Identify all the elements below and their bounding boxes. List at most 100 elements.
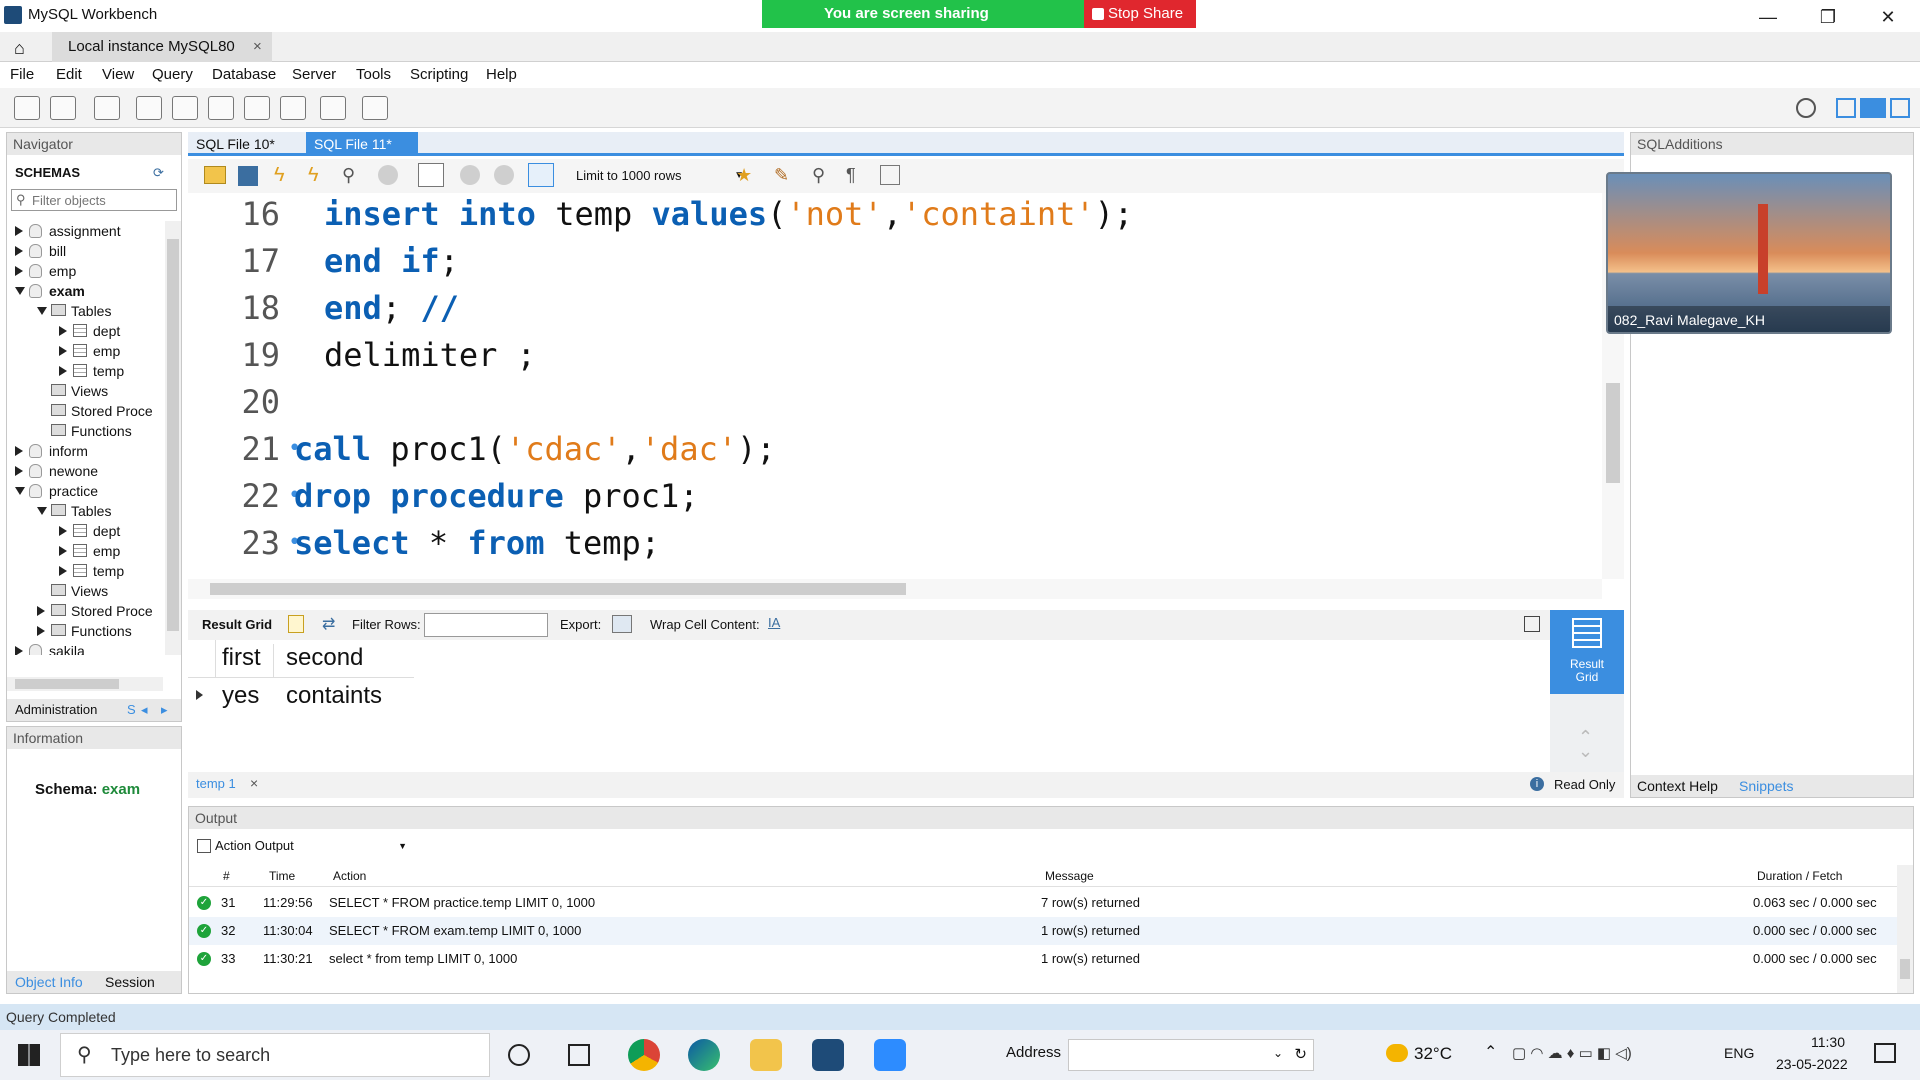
edge-icon[interactable] xyxy=(688,1039,720,1071)
code-horizontal-scrollbar[interactable] xyxy=(188,579,1602,599)
close-result-tab-icon[interactable]: × xyxy=(250,775,258,791)
connection-tab[interactable]: Local instance MySQL80 × xyxy=(52,32,272,62)
close-window-button[interactable]: ✕ xyxy=(1868,4,1908,30)
save-icon[interactable] xyxy=(238,166,258,186)
column-header-first[interactable]: first xyxy=(216,644,274,678)
output-vertical-scrollbar[interactable] xyxy=(1897,865,1913,993)
open-sql-script-icon[interactable] xyxy=(50,96,76,120)
stop-share-button[interactable]: Stop Share xyxy=(1084,0,1196,28)
tree-horizontal-scrollbar[interactable] xyxy=(7,677,163,691)
menu-help[interactable]: Help xyxy=(486,66,517,83)
menu-edit[interactable]: Edit xyxy=(56,66,82,83)
tray-icons[interactable]: ▢ ◠ ☁ ♦ ▭ ◧ ◁) xyxy=(1512,1044,1632,1062)
code-scroll-thumb[interactable] xyxy=(1606,383,1620,483)
collapsed-arrow-icon[interactable] xyxy=(37,606,45,616)
tree-item[interactable]: Stored Proce xyxy=(7,401,163,421)
tree-item[interactable]: newone xyxy=(7,461,163,481)
address-input[interactable]: ⌄ ↻ xyxy=(1068,1039,1314,1071)
notifications-icon[interactable] xyxy=(1874,1043,1896,1063)
tree-item[interactable]: dept xyxy=(7,321,163,341)
tree-item[interactable]: Tables xyxy=(7,501,163,521)
refresh-icon[interactable]: ↻ xyxy=(1294,1045,1307,1063)
menu-database[interactable]: Database xyxy=(212,66,276,83)
language-indicator[interactable]: ENG xyxy=(1724,1045,1754,1061)
toggle-secondary-sidebar-icon[interactable] xyxy=(1890,98,1910,118)
toggle-form-icon[interactable] xyxy=(1524,616,1540,632)
create-view-icon[interactable] xyxy=(208,96,234,120)
tab-context-help[interactable]: Context Help xyxy=(1637,775,1718,797)
close-tab-icon[interactable]: × xyxy=(253,38,262,55)
chrome-icon[interactable] xyxy=(628,1039,660,1071)
word-wrap-icon[interactable] xyxy=(880,165,900,185)
commit-icon[interactable] xyxy=(460,165,480,185)
tree-item[interactable]: dept xyxy=(7,521,163,541)
tree-item[interactable]: bill xyxy=(7,241,163,261)
chevron-down-icon[interactable]: ⌄ xyxy=(1273,1046,1283,1060)
menu-tools[interactable]: Tools xyxy=(356,66,391,83)
administration-tab[interactable]: Administration xyxy=(15,699,97,721)
code-line[interactable]: call proc1('cdac','dac'); xyxy=(294,430,776,468)
output-row[interactable]: ✓ 33 11:30:21 select * from temp LIMIT 0, 1… xyxy=(189,945,1897,973)
result-grid-label[interactable]: Result Grid xyxy=(202,617,272,632)
zoom-icon[interactable] xyxy=(874,1039,906,1071)
execute-icon[interactable]: ϟ xyxy=(274,164,285,187)
code-line[interactable]: end; // xyxy=(324,289,459,327)
tree-item[interactable]: Tables xyxy=(7,301,163,321)
tree-item[interactable]: Views xyxy=(7,381,163,401)
table-row[interactable]: yes containts xyxy=(188,678,414,716)
menu-server[interactable]: Server xyxy=(292,66,336,83)
task-view-icon[interactable] xyxy=(568,1044,590,1066)
output-row[interactable]: ✓ 32 11:30:04 SELECT * FROM exam.temp LIMIT… xyxy=(189,917,1897,945)
inspector-icon[interactable] xyxy=(94,96,120,120)
minimize-button[interactable]: — xyxy=(1748,4,1788,30)
explain-icon[interactable]: ⚲ xyxy=(342,165,355,186)
collapsed-arrow-icon[interactable] xyxy=(15,446,23,456)
create-table-icon[interactable] xyxy=(172,96,198,120)
tab-object-info[interactable]: Object Info xyxy=(15,971,83,993)
filter-objects-box[interactable]: ⚲ xyxy=(11,189,177,211)
beautify-star-icon[interactable]: ★ xyxy=(736,165,752,186)
output-type-select[interactable]: Action Output ▼ xyxy=(215,835,411,857)
code-line[interactable]: insert into temp values('not','containt'… xyxy=(324,195,1133,233)
wrap-cell-icon[interactable]: IA xyxy=(768,615,780,630)
toggle-sidebar-icon[interactable] xyxy=(1836,98,1856,118)
tree-item[interactable]: practice xyxy=(7,481,163,501)
tab-scroll-left-icon[interactable]: ◂ xyxy=(141,699,148,721)
invisible-chars-icon[interactable]: ¶ xyxy=(846,165,856,186)
code-line[interactable]: end if; xyxy=(324,242,459,280)
weather-icon[interactable] xyxy=(1386,1044,1408,1062)
collapsed-arrow-icon[interactable] xyxy=(59,346,67,356)
menu-query[interactable]: Query xyxy=(152,66,193,83)
tree-item[interactable]: emp xyxy=(7,261,163,281)
toggle-output-icon[interactable] xyxy=(1860,98,1886,118)
tree-item[interactable]: inform xyxy=(7,441,163,461)
refresh-schemas-icon[interactable]: ⟳ xyxy=(153,165,164,181)
collapsed-arrow-icon[interactable] xyxy=(15,646,23,655)
code-line[interactable]: drop procedure proc1; xyxy=(294,477,699,515)
clock-date[interactable]: 23-05-2022 xyxy=(1776,1056,1848,1072)
tree-item[interactable]: emp xyxy=(7,541,163,561)
collapsed-arrow-icon[interactable] xyxy=(59,566,67,576)
beautify-brush-icon[interactable]: ✎ xyxy=(774,165,789,186)
tab-snippets[interactable]: Snippets xyxy=(1739,775,1793,797)
taskbar-search-box[interactable]: ⚲ Type here to search xyxy=(60,1033,490,1077)
code-line[interactable]: select * from temp; xyxy=(294,524,660,562)
tab-sql-file-11[interactable]: SQL File 11* × xyxy=(306,132,418,176)
tab-scroll-right-icon[interactable]: ▸ xyxy=(161,699,168,721)
menu-scripting[interactable]: Scripting xyxy=(410,66,468,83)
collapsed-arrow-icon[interactable] xyxy=(37,626,45,636)
export-icon[interactable] xyxy=(612,615,632,633)
mysql-workbench-taskbar-icon[interactable] xyxy=(812,1039,844,1071)
tab-sql-file-10[interactable]: SQL File 10* xyxy=(188,132,302,156)
collapsed-arrow-icon[interactable] xyxy=(15,466,23,476)
filter-objects-input[interactable] xyxy=(32,191,172,209)
collapsed-arrow-icon[interactable] xyxy=(59,326,67,336)
toggle-autocommit-icon[interactable] xyxy=(528,163,554,187)
grid-view-icon[interactable] xyxy=(288,615,304,633)
tree-item[interactable]: temp xyxy=(7,361,163,381)
create-procedure-icon[interactable] xyxy=(244,96,270,120)
restore-button[interactable]: ❐ xyxy=(1808,4,1848,30)
new-sql-tab-icon[interactable] xyxy=(14,96,40,120)
collapsed-arrow-icon[interactable] xyxy=(59,366,67,376)
limit-rows-select[interactable]: Limit to 1000 rows ▼ xyxy=(570,163,750,189)
